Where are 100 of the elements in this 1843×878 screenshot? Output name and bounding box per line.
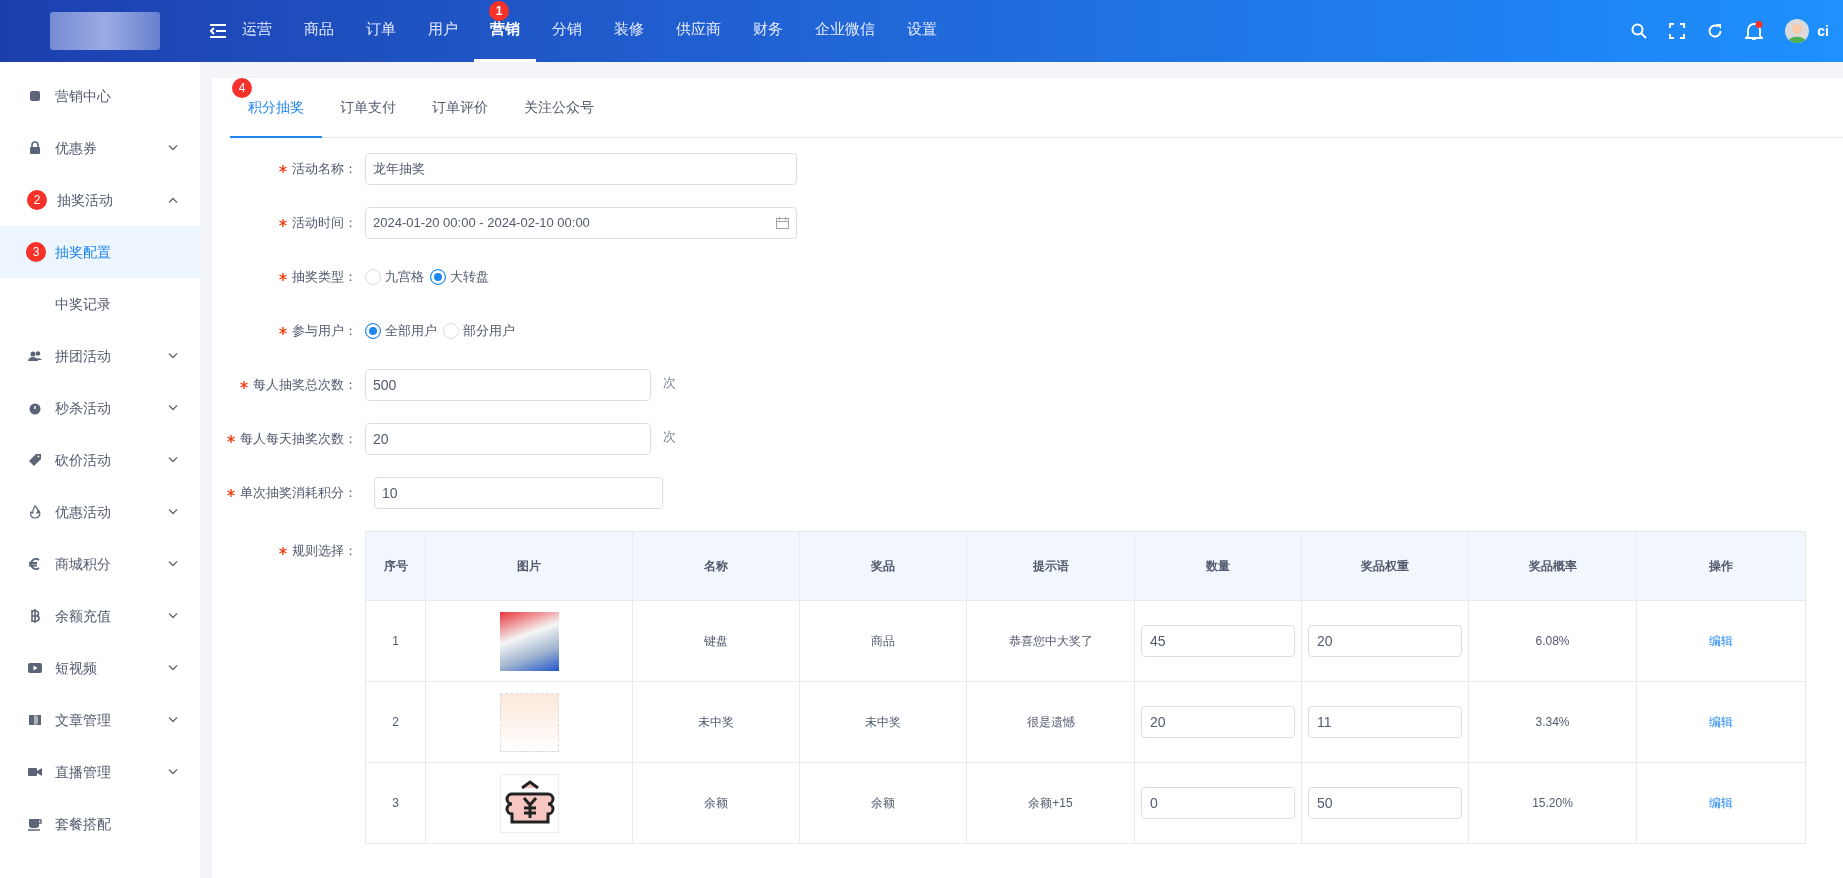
- number-input[interactable]: 500: [365, 369, 651, 401]
- step-marker: 1: [489, 1, 509, 21]
- weight-input[interactable]: 50: [1308, 787, 1462, 819]
- tab[interactable]: 积分抽奖 4: [230, 78, 322, 138]
- table-cell: 余额: [632, 762, 800, 844]
- nav-tab[interactable]: 分销: [536, 0, 598, 62]
- nav-tab[interactable]: 财务: [737, 0, 799, 62]
- radio-option[interactable]: 九宫格: [365, 267, 424, 287]
- table-cell: 很是遗憾: [966, 681, 1135, 763]
- nav-tab[interactable]: 商品: [288, 0, 350, 62]
- flame-icon: [28, 505, 42, 519]
- table-cell: 6.08%: [1468, 600, 1637, 682]
- sidebar-item[interactable]: 秒杀活动: [0, 382, 200, 434]
- number-input[interactable]: 10: [374, 477, 663, 509]
- avatar-icon: [1785, 19, 1810, 43]
- table-cell: 恭喜您中大奖了: [966, 600, 1135, 682]
- fullscreen-icon[interactable]: [1669, 23, 1686, 39]
- refresh-icon[interactable]: [1707, 23, 1724, 39]
- column-header: 数量: [1134, 531, 1302, 601]
- baht-icon: [28, 609, 42, 623]
- weight-input[interactable]: 20: [1308, 625, 1462, 657]
- field-label: 每人抽奖总次数：: [253, 376, 357, 395]
- column-header: 奖品: [799, 531, 967, 601]
- video-camera-icon: [28, 765, 42, 779]
- number-input[interactable]: 20: [365, 423, 651, 455]
- table-cell: 3.34%: [1468, 681, 1637, 763]
- date-range-input[interactable]: 2024-01-20 00:00 - 2024-02-10 00:00: [365, 207, 797, 239]
- table-cell: 未中奖: [632, 681, 800, 763]
- field-label: 抽奖类型：: [292, 268, 357, 287]
- sidebar-item[interactable]: 短视频: [0, 642, 200, 694]
- unit-label: 次: [663, 374, 676, 392]
- table-cell: 商品: [799, 600, 967, 682]
- text-input[interactable]: 龙年抽奖: [365, 153, 797, 185]
- table-cell: 未中奖: [799, 681, 967, 763]
- edit-link[interactable]: 编辑: [1703, 631, 1739, 651]
- nav-tab[interactable]: 供应商: [660, 0, 737, 62]
- quantity-input[interactable]: 45: [1141, 625, 1295, 657]
- field-label: 活动时间：: [292, 214, 357, 233]
- table-cell: 1: [365, 600, 426, 682]
- sidebar-item[interactable]: 拼团活动: [0, 330, 200, 382]
- column-header: 奖品权重: [1301, 531, 1469, 601]
- radio-option[interactable]: 大转盘: [430, 267, 489, 287]
- video-play-icon: [28, 661, 42, 675]
- tab[interactable]: 关注公众号: [506, 78, 612, 138]
- tag-icon: [28, 453, 42, 467]
- quantity-input[interactable]: 20: [1141, 706, 1295, 738]
- nav-tab[interactable]: 用户: [412, 0, 474, 62]
- edit-link[interactable]: 编辑: [1703, 712, 1739, 732]
- users-icon: [28, 349, 42, 363]
- radio-option[interactable]: 部分用户: [443, 321, 515, 341]
- euro-icon: [28, 557, 42, 571]
- column-header: 提示语: [966, 531, 1135, 601]
- sidebar-subitem[interactable]: 中奖记录: [0, 278, 200, 330]
- step-marker: 2: [27, 190, 47, 210]
- calendar-icon: [776, 217, 789, 229]
- nav-tab[interactable]: 营销 1: [474, 0, 536, 62]
- tab[interactable]: 订单支付: [322, 78, 414, 138]
- nav-tab[interactable]: 设置: [891, 0, 953, 62]
- field-label: 活动名称：: [292, 160, 357, 179]
- sidebar-subitem[interactable]: 3 抽奖配置: [0, 226, 200, 278]
- table-cell: 3: [365, 762, 426, 844]
- edit-link[interactable]: 编辑: [1703, 793, 1739, 813]
- column-header: 奖品概率: [1468, 531, 1637, 601]
- quantity-input[interactable]: 0: [1141, 787, 1295, 819]
- cup-icon: [28, 817, 42, 831]
- sidebar-item[interactable]: 砍价活动: [0, 434, 200, 486]
- sidebar-item[interactable]: 直播管理: [0, 746, 200, 798]
- sidebar-item[interactable]: 套餐搭配: [0, 798, 200, 850]
- nav-tab[interactable]: 装修: [598, 0, 660, 62]
- weight-input[interactable]: 11: [1308, 706, 1462, 738]
- sidebar-item[interactable]: 2 抽奖活动: [0, 174, 200, 226]
- column-header: 序号: [365, 531, 426, 601]
- step-marker: 3: [26, 242, 46, 262]
- sidebar-item[interactable]: 余额充值: [0, 590, 200, 642]
- menu-icon: [210, 24, 226, 38]
- table-cell: 余额: [799, 762, 967, 844]
- search-icon[interactable]: [1631, 23, 1648, 39]
- sidebar-item[interactable]: 文章管理: [0, 694, 200, 746]
- sidebar-item[interactable]: 商城积分: [0, 538, 200, 590]
- column-header: 图片: [425, 531, 633, 601]
- sidebar-item[interactable]: 优惠活动: [0, 486, 200, 538]
- unit-label: 次: [663, 428, 676, 446]
- field-label: 单次抽奖消耗积分：: [240, 484, 357, 503]
- tab[interactable]: 订单评价: [414, 78, 506, 138]
- nav-tab[interactable]: 企业微信: [799, 0, 891, 62]
- nav-tab[interactable]: 运营: [226, 0, 288, 62]
- book-icon: [28, 713, 42, 727]
- nav-tab[interactable]: 订单: [350, 0, 412, 62]
- field-label: 参与用户：: [292, 322, 357, 341]
- photo-placeholder: [499, 692, 559, 752]
- lock-icon: [28, 141, 42, 155]
- table-cell: 2: [365, 681, 426, 763]
- column-header: 操作: [1636, 531, 1806, 601]
- radio-option[interactable]: 全部用户: [365, 321, 437, 341]
- table-cell: 15.20%: [1468, 762, 1637, 844]
- sidebar-item[interactable]: 营销中心: [0, 70, 200, 122]
- square-icon: [28, 89, 42, 103]
- sidebar-item[interactable]: 优惠券: [0, 122, 200, 174]
- bell-icon[interactable]: [1745, 21, 1764, 41]
- field-label: 规则选择：: [292, 542, 357, 560]
